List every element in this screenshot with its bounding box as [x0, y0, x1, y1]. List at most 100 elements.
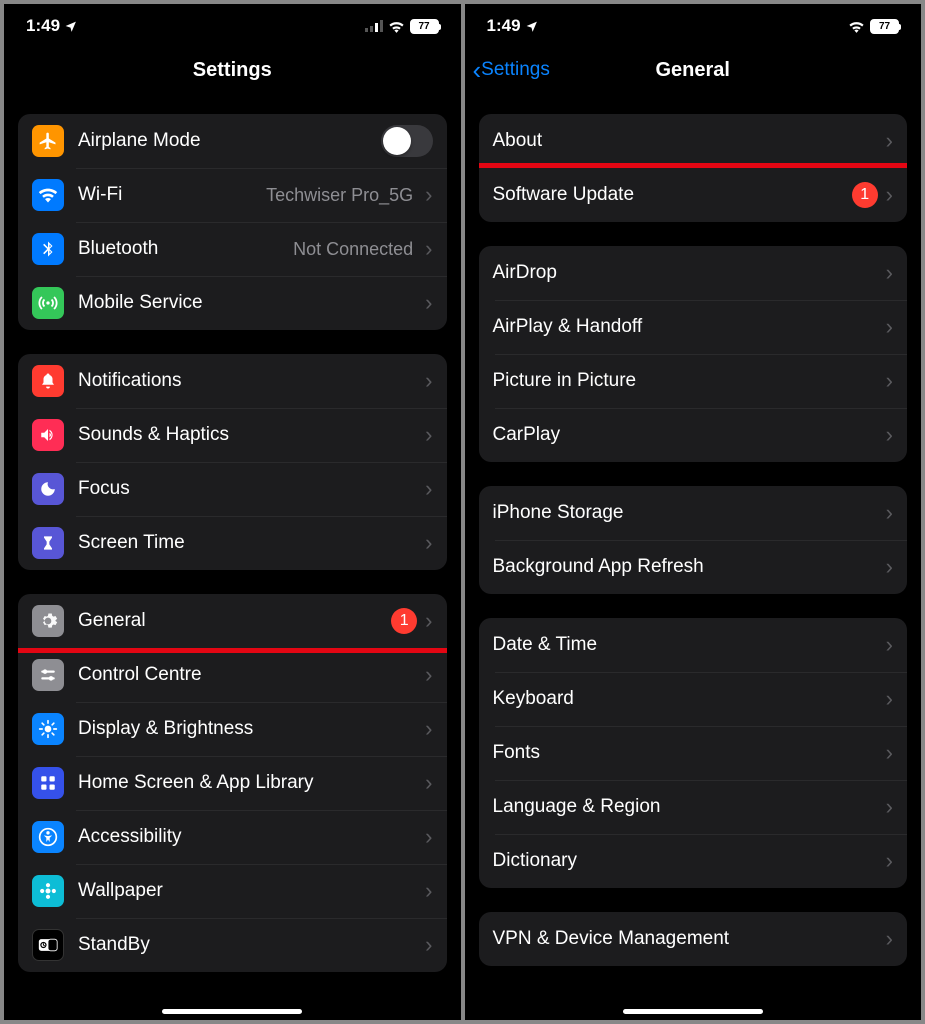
- row-label: Focus: [78, 478, 419, 500]
- nav-header: Settings: [4, 44, 461, 96]
- status-bar: 1:49 77: [4, 4, 461, 44]
- location-icon: [525, 20, 538, 33]
- chevron-right-icon: ›: [425, 236, 432, 262]
- row-focus[interactable]: Focus ›: [18, 462, 447, 516]
- general-icon: [32, 605, 64, 637]
- airplane-icon: [32, 125, 64, 157]
- row-label: Background App Refresh: [493, 556, 880, 578]
- chevron-right-icon: ›: [425, 662, 432, 688]
- focus-icon: [32, 473, 64, 505]
- chevron-right-icon: ›: [886, 554, 893, 580]
- row-label: Control Centre: [78, 664, 419, 686]
- chevron-right-icon: ›: [425, 476, 432, 502]
- notification-badge: 1: [852, 182, 878, 208]
- row-carplay[interactable]: CarPlay›: [479, 408, 908, 462]
- row-standby[interactable]: StandBy ›: [18, 918, 447, 972]
- highlight-box: Software Update1 ›: [479, 163, 908, 222]
- status-time: 1:49: [26, 16, 77, 36]
- chevron-right-icon: ›: [425, 290, 432, 316]
- screen-icon: [32, 527, 64, 559]
- chevron-right-icon: ›: [886, 368, 893, 394]
- row-mobile-service[interactable]: Mobile Service ›: [18, 276, 447, 330]
- row-dictionary[interactable]: Dictionary›: [479, 834, 908, 888]
- highlight-box: General1›: [18, 594, 447, 653]
- row-accessibility[interactable]: Accessibility›: [18, 810, 447, 864]
- row-label: Keyboard: [493, 688, 880, 710]
- row-iphone-storage[interactable]: iPhone Storage›: [479, 486, 908, 540]
- row-keyboard[interactable]: Keyboard›: [479, 672, 908, 726]
- chevron-right-icon: ›: [425, 608, 432, 634]
- row-vpn-device-management[interactable]: VPN & Device Management›: [479, 912, 908, 966]
- nav-header: ‹ Settings General: [465, 44, 922, 96]
- row-wi-fi[interactable]: Wi-FiTechwiser Pro_5G›: [18, 168, 447, 222]
- row-software-update[interactable]: Software Update1 ›: [479, 168, 908, 222]
- row-bluetooth[interactable]: BluetoothNot Connected›: [18, 222, 447, 276]
- row-airplay-handoff[interactable]: AirPlay & Handoff›: [479, 300, 908, 354]
- row-wallpaper[interactable]: Wallpaper›: [18, 864, 447, 918]
- chevron-right-icon: ›: [886, 182, 893, 208]
- row-label: Mobile Service: [78, 292, 419, 314]
- row-label: General: [78, 610, 391, 632]
- row-label: Display & Brightness: [78, 718, 419, 740]
- home-indicator[interactable]: [162, 1009, 302, 1014]
- row-general[interactable]: General1›: [18, 594, 447, 648]
- row-label: CarPlay: [493, 424, 880, 446]
- row-label: Wallpaper: [78, 880, 419, 902]
- row-control-centre[interactable]: Control Centre ›: [18, 648, 447, 702]
- toggle-switch[interactable]: [381, 125, 433, 157]
- home-indicator[interactable]: [623, 1009, 763, 1014]
- row-language-region[interactable]: Language & Region ›: [479, 780, 908, 834]
- row-home-screen-app-library[interactable]: Home Screen & App Library›: [18, 756, 447, 810]
- row-label: Date & Time: [493, 634, 880, 656]
- back-label: Settings: [481, 59, 550, 81]
- chevron-right-icon: ›: [886, 848, 893, 874]
- standby-icon: [32, 929, 64, 961]
- chevron-right-icon: ›: [425, 530, 432, 556]
- page-title: Settings: [193, 59, 272, 82]
- chevron-right-icon: ›: [425, 716, 432, 742]
- battery-indicator: 77: [410, 19, 439, 34]
- chevron-right-icon: ›: [425, 932, 432, 958]
- row-airplane-mode[interactable]: Airplane Mode: [18, 114, 447, 168]
- status-bar: 1:49 77: [465, 4, 922, 44]
- general-content: About›Software Update1›AirDrop›AirPlay &…: [465, 96, 922, 1020]
- chevron-right-icon: ›: [886, 740, 893, 766]
- row-picture-in-picture[interactable]: Picture in Picture ›: [479, 354, 908, 408]
- chevron-right-icon: ›: [886, 794, 893, 820]
- signal-icon: [365, 20, 383, 32]
- row-display-brightness[interactable]: Display & Brightness ›: [18, 702, 447, 756]
- row-about[interactable]: About›: [479, 114, 908, 168]
- home-icon: [32, 767, 64, 799]
- row-fonts[interactable]: Fonts›: [479, 726, 908, 780]
- back-button[interactable]: ‹ Settings: [473, 57, 550, 83]
- control-icon: [32, 659, 64, 691]
- chevron-right-icon: ›: [425, 422, 432, 448]
- chevron-right-icon: ›: [425, 368, 432, 394]
- row-label: Language & Region: [493, 796, 880, 818]
- row-label: Picture in Picture: [493, 370, 880, 392]
- row-airdrop[interactable]: AirDrop›: [479, 246, 908, 300]
- battery-indicator: 77: [870, 19, 899, 34]
- row-label: StandBy: [78, 934, 419, 956]
- settings-screen: 1:49 77 Settings Airplane ModeWi-FiTechw…: [4, 4, 461, 1020]
- settings-content: Airplane ModeWi-FiTechwiser Pro_5G›Bluet…: [4, 96, 461, 1020]
- bluetooth-icon: [32, 233, 64, 265]
- row-sounds-haptics[interactable]: Sounds & Haptics›: [18, 408, 447, 462]
- row-label: VPN & Device Management: [493, 928, 880, 950]
- row-label: Notifications: [78, 370, 419, 392]
- row-background-app-refresh[interactable]: Background App Refresh ›: [479, 540, 908, 594]
- page-title: General: [656, 59, 730, 82]
- sound-icon: [32, 419, 64, 451]
- row-screen-time[interactable]: Screen Time›: [18, 516, 447, 570]
- display-icon: [32, 713, 64, 745]
- row-label: Accessibility: [78, 826, 419, 848]
- row-label: AirPlay & Handoff: [493, 316, 880, 338]
- status-time: 1:49: [487, 16, 538, 36]
- row-date-time[interactable]: Date & Time›: [479, 618, 908, 672]
- row-label: AirDrop: [493, 262, 880, 284]
- row-label: Software Update: [493, 184, 852, 206]
- access-icon: [32, 821, 64, 853]
- row-label: Home Screen & App Library: [78, 772, 419, 794]
- row-notifications[interactable]: Notifications ›: [18, 354, 447, 408]
- row-value: Not Connected: [293, 239, 413, 260]
